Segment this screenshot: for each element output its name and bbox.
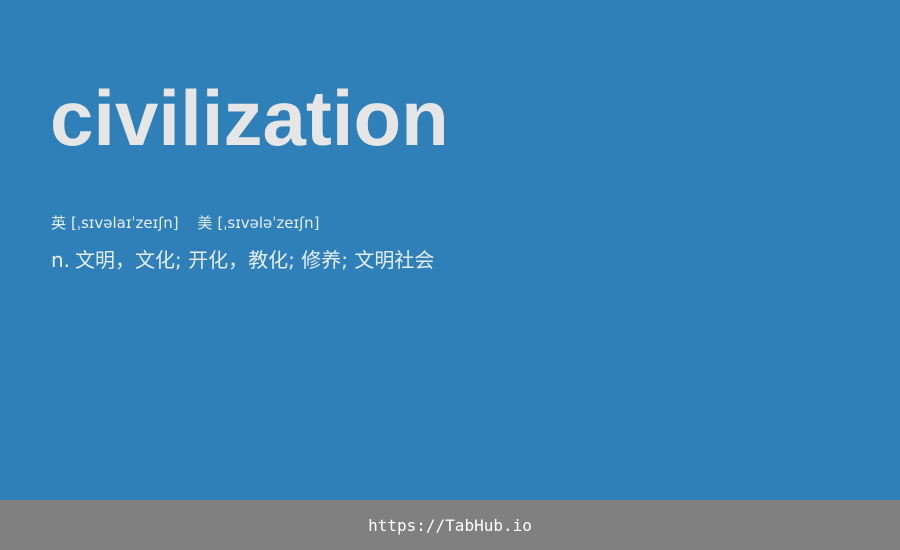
- footer-link[interactable]: https://TabHub.io: [368, 516, 532, 535]
- word-card: civilization 英 [ˌsɪvəlaɪˈzeɪʃn] 美 [ˌsɪvələ…: [0, 0, 900, 500]
- uk-ipa: [ˌsɪvəlaɪˈzeɪʃn]: [71, 214, 179, 232]
- us-label: 美: [197, 214, 213, 232]
- uk-label: 英: [51, 214, 67, 232]
- phonetics: 英 [ˌsɪvəlaɪˈzeɪʃn] 美 [ˌsɪvələˈzeɪʃn]: [51, 212, 320, 234]
- headword: civilization: [50, 74, 449, 162]
- part-of-speech: n.: [51, 248, 71, 272]
- uk-phonetic: 英 [ˌsɪvəlaɪˈzeɪʃn]: [51, 212, 179, 234]
- definition: n. 文明，文化; 开化，教化; 修养; 文明社会: [51, 246, 434, 274]
- us-phonetic: 美 [ˌsɪvələˈzeɪʃn]: [197, 212, 319, 234]
- footer-bar: https://TabHub.io: [0, 500, 900, 550]
- us-ipa: [ˌsɪvələˈzeɪʃn]: [217, 214, 320, 232]
- definition-text: 文明，文化; 开化，教化; 修养; 文明社会: [75, 248, 435, 272]
